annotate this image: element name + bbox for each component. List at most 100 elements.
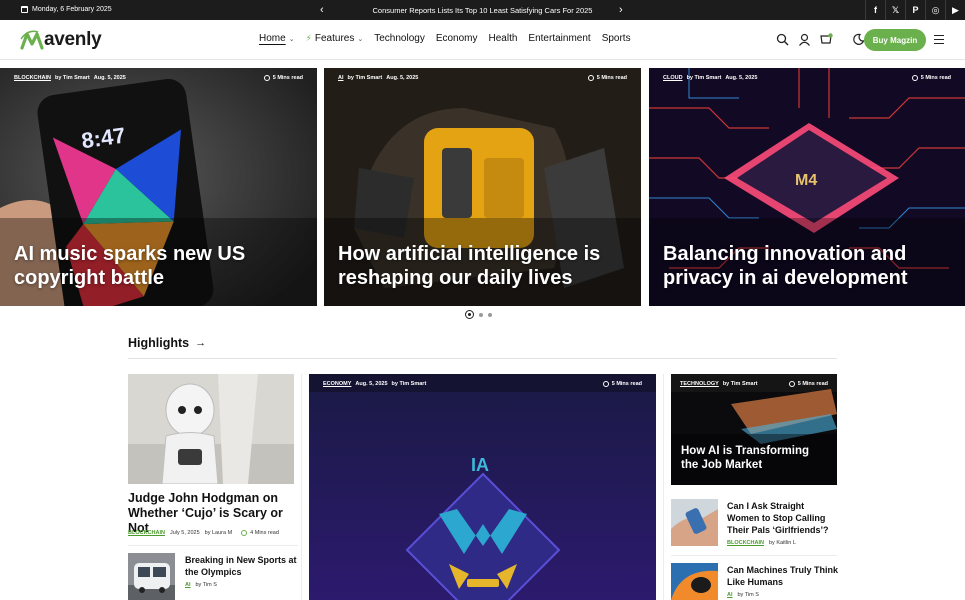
- clock-icon: [587, 75, 594, 81]
- highlights-heading[interactable]: Highlights →: [128, 336, 206, 350]
- hero-meta: AI by Tim Smart Aug. 5, 2025 5 Mins read: [338, 75, 627, 81]
- category-link[interactable]: BLOCKCHAIN: [128, 530, 165, 536]
- hero-meta: BLOCKCHAIN by Tim Smart Aug. 5, 2025 5 M…: [14, 75, 303, 81]
- nav-home-label: Home: [259, 33, 286, 44]
- article-title[interactable]: How AI is Transforming the Job Market: [681, 444, 829, 472]
- nav-economy[interactable]: Economy: [436, 33, 478, 44]
- article-card[interactable]: TECHNOLOGY by Tim Smart 5 Mins read How …: [671, 374, 837, 485]
- author: by Tim S: [737, 592, 759, 598]
- clock-icon: [602, 381, 609, 387]
- chevron-down-icon: ⌄: [357, 35, 364, 43]
- date: Aug. 5, 2025: [93, 75, 126, 81]
- top-bar: Monday, 6 February 2025 Consumer Reports…: [0, 0, 965, 20]
- read-time: 5 Mins read: [911, 75, 951, 81]
- date: Aug. 5, 2025: [355, 381, 388, 387]
- nav-features-label: Features: [314, 33, 355, 44]
- hero-slide[interactable]: 8:47 BLOCKCHAIN by Tim Smart Aug. 5, 202…: [0, 68, 317, 306]
- article-title[interactable]: Can I Ask Straight Women to Stop Calling…: [727, 500, 839, 536]
- menu-icon[interactable]: [934, 35, 944, 44]
- hero-slide[interactable]: AI by Tim Smart Aug. 5, 2025 5 Mins read…: [324, 68, 641, 306]
- category-link[interactable]: BLOCKCHAIN: [14, 75, 51, 81]
- bus-image: [128, 553, 175, 600]
- nav-home[interactable]: Home ⌄: [259, 33, 295, 44]
- clock-icon: [263, 75, 270, 81]
- pinterest-icon[interactable]: P: [905, 0, 925, 20]
- article-title[interactable]: Can Machines Truly Think Like Humans: [727, 564, 839, 588]
- site-logo[interactable]: avenly: [20, 28, 102, 52]
- article-thumbnail[interactable]: [671, 499, 718, 546]
- slider-dot[interactable]: [488, 312, 492, 317]
- category-link[interactable]: TECHNOLOGY: [680, 381, 719, 387]
- author: by Kaitlin L: [768, 540, 796, 546]
- x-twitter-icon[interactable]: 𝕏: [885, 0, 905, 20]
- arrow-right-icon: →: [195, 337, 207, 349]
- featured-article-card[interactable]: IA ECONOMY Aug. 5, 2025 by Tim Smart 5 M…: [309, 374, 656, 600]
- author: by Tim Smart: [686, 75, 722, 81]
- read-time: 5 Mins read: [263, 75, 303, 81]
- author: by Tim Smart: [54, 75, 90, 81]
- article-meta: BLOCKCHAIN July 5, 2025 by Laura M 4 Min…: [128, 530, 298, 536]
- social-links: f 𝕏 P ◎ ▶: [865, 0, 965, 20]
- news-ticker[interactable]: Consumer Reports Lists Its Top 10 Least …: [0, 6, 965, 15]
- category-link[interactable]: BLOCKCHAIN: [727, 540, 764, 546]
- slider-dots: [465, 310, 492, 319]
- clock-icon: [241, 530, 248, 536]
- category-link[interactable]: AI: [338, 75, 344, 81]
- category-link[interactable]: AI: [185, 582, 191, 588]
- header-actions: [776, 33, 865, 46]
- hands-image: [671, 499, 718, 546]
- robot-image: [128, 374, 294, 484]
- author: by Laura M: [204, 530, 233, 536]
- read-time-text: 5 Mins read: [920, 75, 951, 81]
- machine-image: [671, 563, 718, 600]
- chip-text: M4: [795, 172, 817, 189]
- read-time-text: 5 Mins read: [272, 75, 303, 81]
- nav-technology[interactable]: Technology: [374, 33, 425, 44]
- read-time-text: 4 Mins read: [250, 530, 279, 536]
- divider: [128, 545, 298, 546]
- hero-title[interactable]: How artificial intelligence is reshaping…: [338, 242, 631, 290]
- hero-slide[interactable]: M4 CLOUD by Tim Smart Aug. 5, 2025 5 Min…: [649, 68, 965, 306]
- date: Aug. 5, 2025: [725, 75, 758, 81]
- nav-features[interactable]: ⚡ Features ⌄: [306, 33, 364, 44]
- divider: [671, 555, 837, 556]
- chevron-down-icon: ⌄: [288, 35, 295, 43]
- search-icon[interactable]: [776, 33, 789, 46]
- author: by Tim Smart: [722, 381, 758, 387]
- article-thumbnail[interactable]: [671, 563, 718, 600]
- user-icon[interactable]: [798, 33, 811, 46]
- facebook-icon[interactable]: f: [865, 0, 885, 20]
- category-link[interactable]: ECONOMY: [323, 381, 351, 387]
- slider-dot-active[interactable]: [465, 310, 474, 319]
- category-link[interactable]: AI: [727, 592, 733, 598]
- nav-sports[interactable]: Sports: [602, 33, 631, 44]
- article-image[interactable]: [128, 374, 294, 484]
- hero-meta: CLOUD by Tim Smart Aug. 5, 2025 5 Mins r…: [663, 75, 951, 81]
- article-thumbnail[interactable]: [128, 553, 175, 600]
- instagram-icon[interactable]: ◎: [925, 0, 945, 20]
- divider: [663, 374, 664, 600]
- author: by Tim Smart: [391, 381, 427, 387]
- read-time: 4 Mins read: [241, 530, 279, 536]
- youtube-icon[interactable]: ▶: [945, 0, 965, 20]
- read-time-text: 5 Mins read: [596, 75, 627, 81]
- ticker-prev-button[interactable]: ‹: [320, 3, 324, 17]
- category-link[interactable]: CLOUD: [663, 75, 683, 81]
- divider: [128, 358, 837, 359]
- article-title[interactable]: Breaking in New Sports at the Olympics: [185, 554, 300, 578]
- nav-health[interactable]: Health: [489, 33, 518, 44]
- buy-button[interactable]: Buy Magzin: [864, 29, 926, 51]
- read-time-text: 5 Mins read: [611, 381, 642, 387]
- read-time: 5 Mins read: [788, 381, 828, 387]
- cart-icon[interactable]: [820, 33, 833, 46]
- date: Aug. 5, 2025: [386, 75, 419, 81]
- author: by Tim S: [195, 582, 217, 588]
- ticker-next-button[interactable]: ›: [619, 3, 623, 17]
- clock-icon: [911, 75, 918, 81]
- nav-entertainment[interactable]: Entertainment: [528, 33, 590, 44]
- bolt-icon: ⚡: [305, 33, 312, 43]
- slider-dot[interactable]: [479, 312, 483, 317]
- hero-title[interactable]: Balancing innovation and privacy in ai d…: [663, 242, 955, 290]
- hero-title[interactable]: AI music sparks new US copyright battle: [14, 242, 307, 290]
- article-image: IA: [309, 374, 656, 600]
